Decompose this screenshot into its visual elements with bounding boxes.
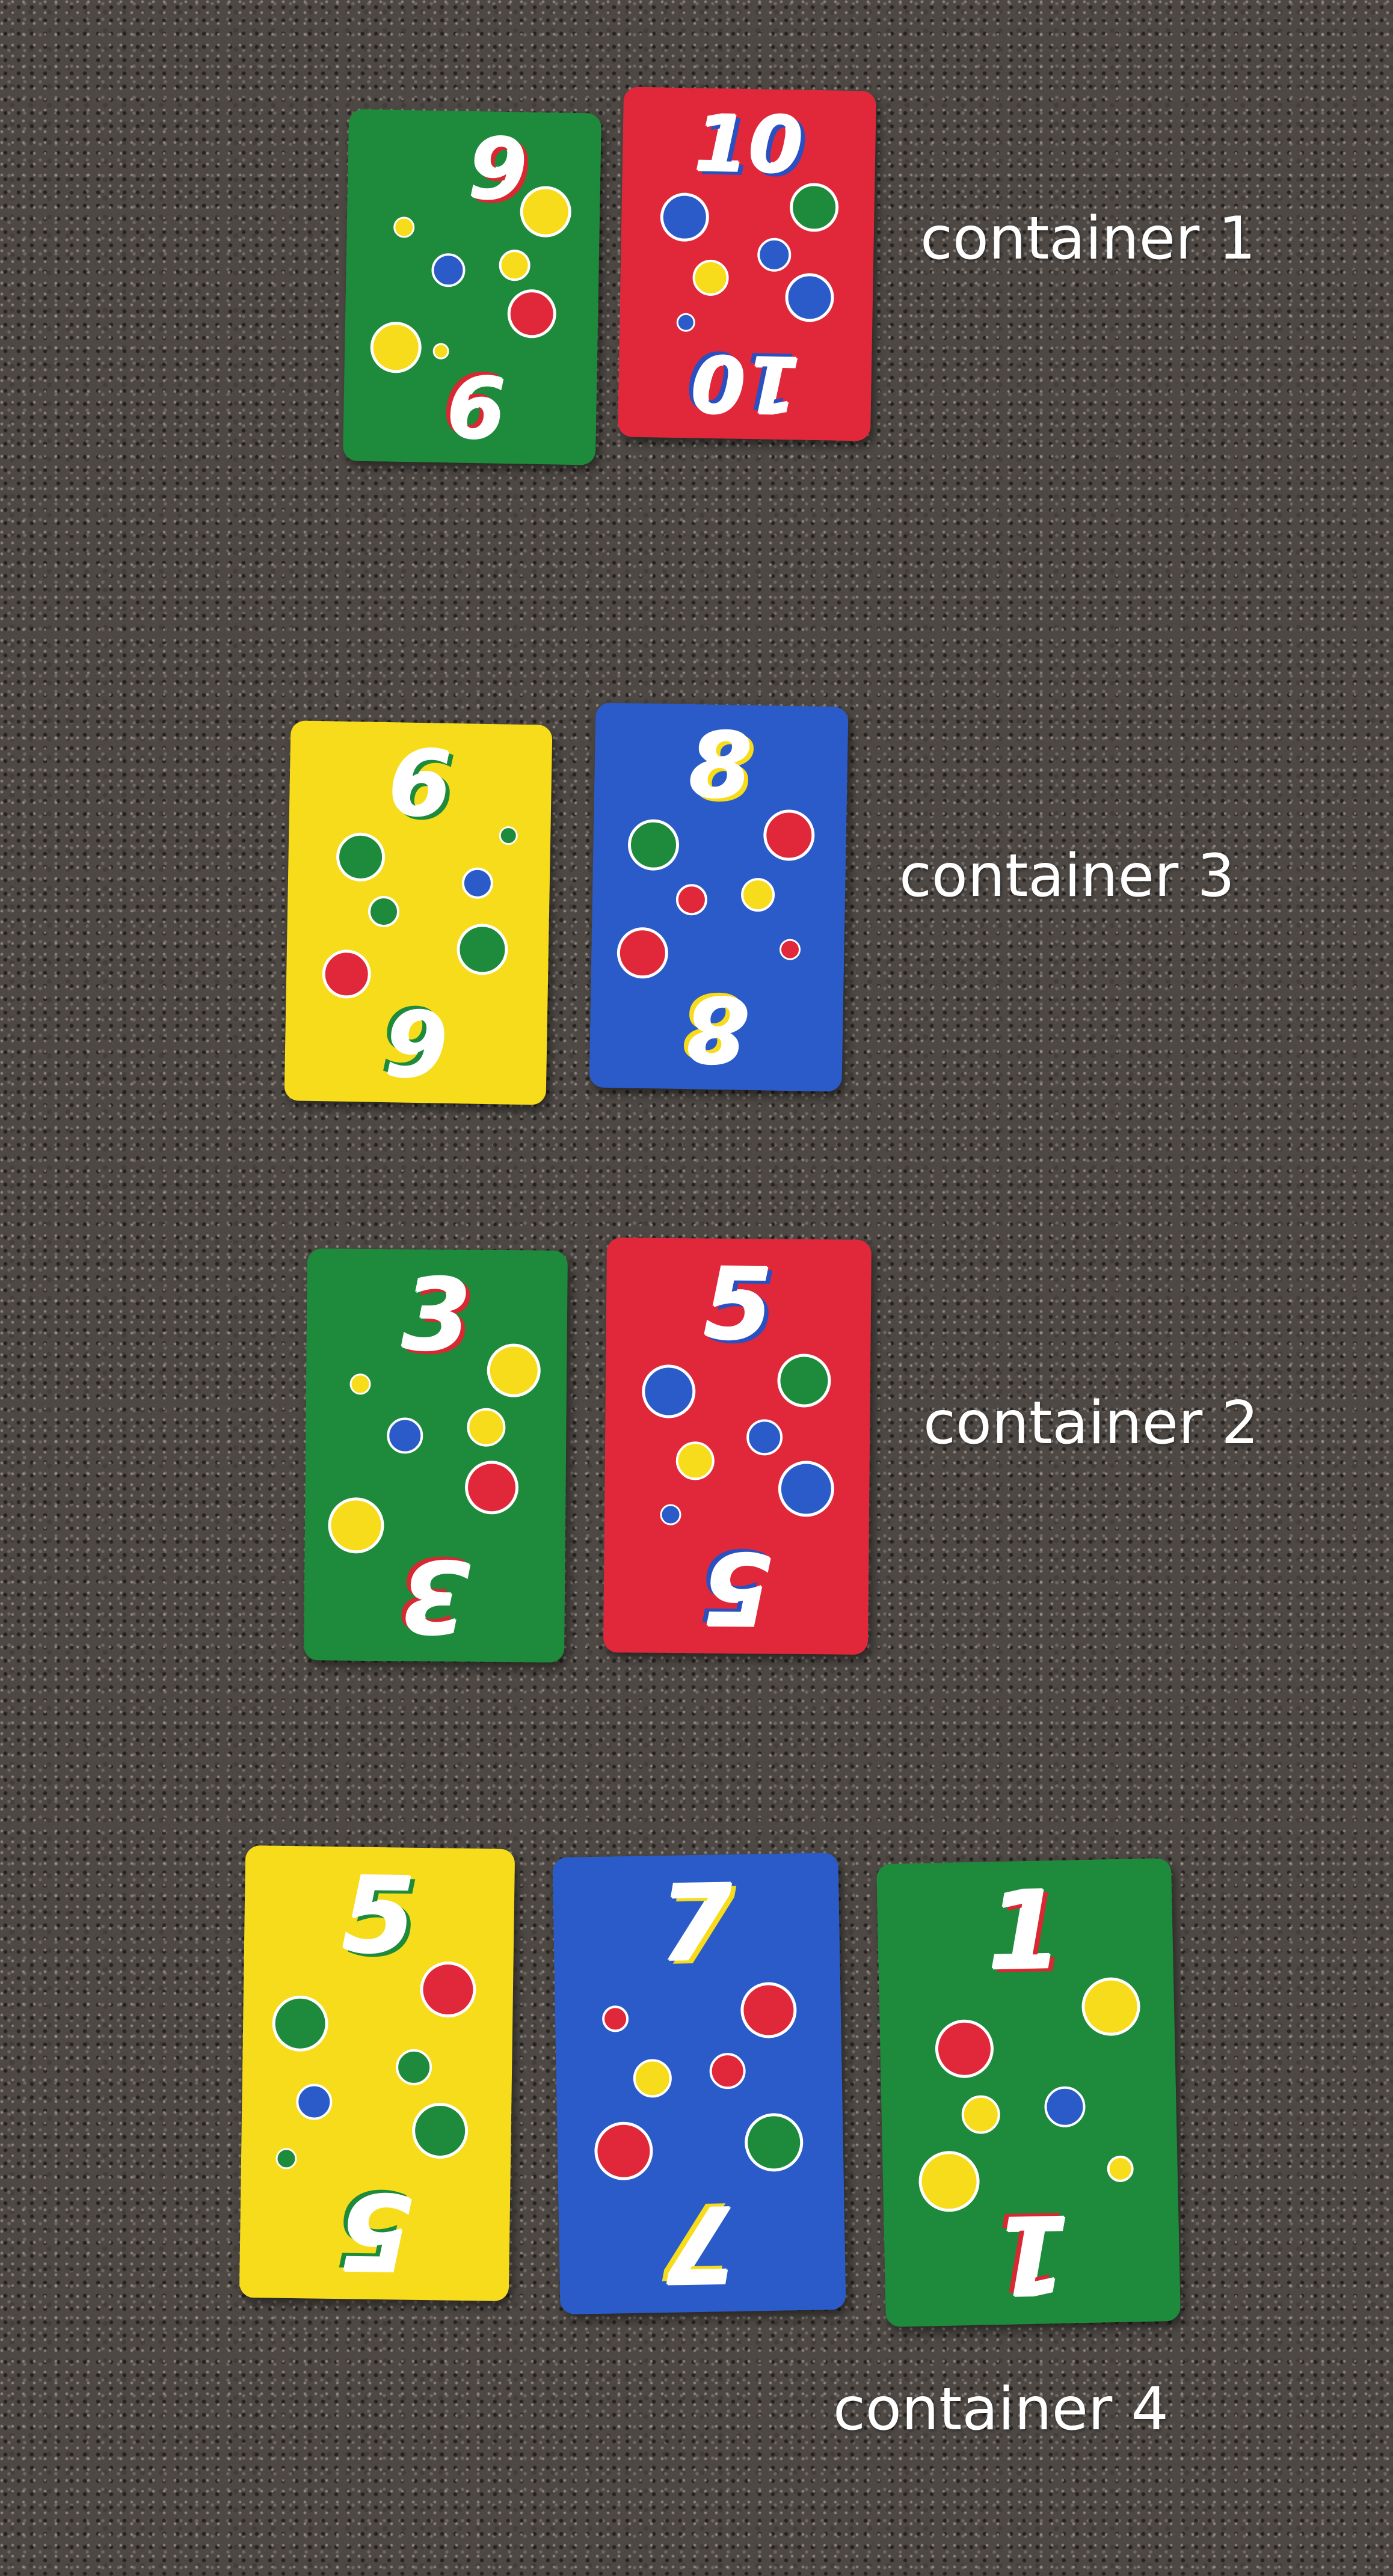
card-number-top: 6 [388, 732, 453, 838]
carpet-background: 9 9 10 10 container 1 6 6 8 8 container … [0, 0, 1393, 2576]
card-number-top: 9 [468, 120, 529, 220]
card-number-top: 5 [703, 1247, 774, 1363]
card-green-9[interactable]: 9 9 [342, 109, 602, 465]
container-1-label: container 1 [920, 204, 1256, 273]
card-green-3[interactable]: 3 3 [304, 1248, 568, 1663]
container-2-label: container 2 [923, 1389, 1259, 1458]
card-green-1[interactable]: 1 1 [876, 1857, 1181, 2328]
card-number-top: 7 [659, 1862, 734, 1987]
card-number-top: 5 [342, 1855, 417, 1978]
card-yellow-6[interactable]: 6 6 [284, 720, 553, 1105]
card-number-top: 3 [402, 1257, 472, 1374]
card-number-bottom: 3 [399, 1537, 470, 1654]
container-3-label: container 3 [899, 842, 1235, 910]
card-number-bottom: 8 [684, 975, 749, 1081]
card-number-bottom: 7 [664, 2180, 740, 2305]
card-number-bottom: 10 [689, 336, 801, 430]
container-4-label: container 4 [833, 2375, 1169, 2444]
card-number-bottom: 5 [337, 2168, 413, 2292]
card-number-bottom: 1 [992, 2189, 1071, 2317]
card-yellow-5[interactable]: 5 5 [239, 1845, 515, 2302]
card-number-top: 1 [986, 1868, 1065, 1996]
card-number-bottom: 6 [384, 988, 449, 1094]
card-number-top: 8 [689, 714, 754, 820]
card-red-10[interactable]: 10 10 [617, 87, 877, 441]
card-number-bottom: 5 [701, 1529, 772, 1646]
card-blue-7[interactable]: 7 7 [552, 1852, 846, 2315]
card-number-top: 10 [693, 98, 805, 192]
card-red-5[interactable]: 5 5 [603, 1237, 872, 1655]
card-number-bottom: 9 [446, 355, 506, 454]
card-blue-8[interactable]: 8 8 [589, 702, 849, 1092]
